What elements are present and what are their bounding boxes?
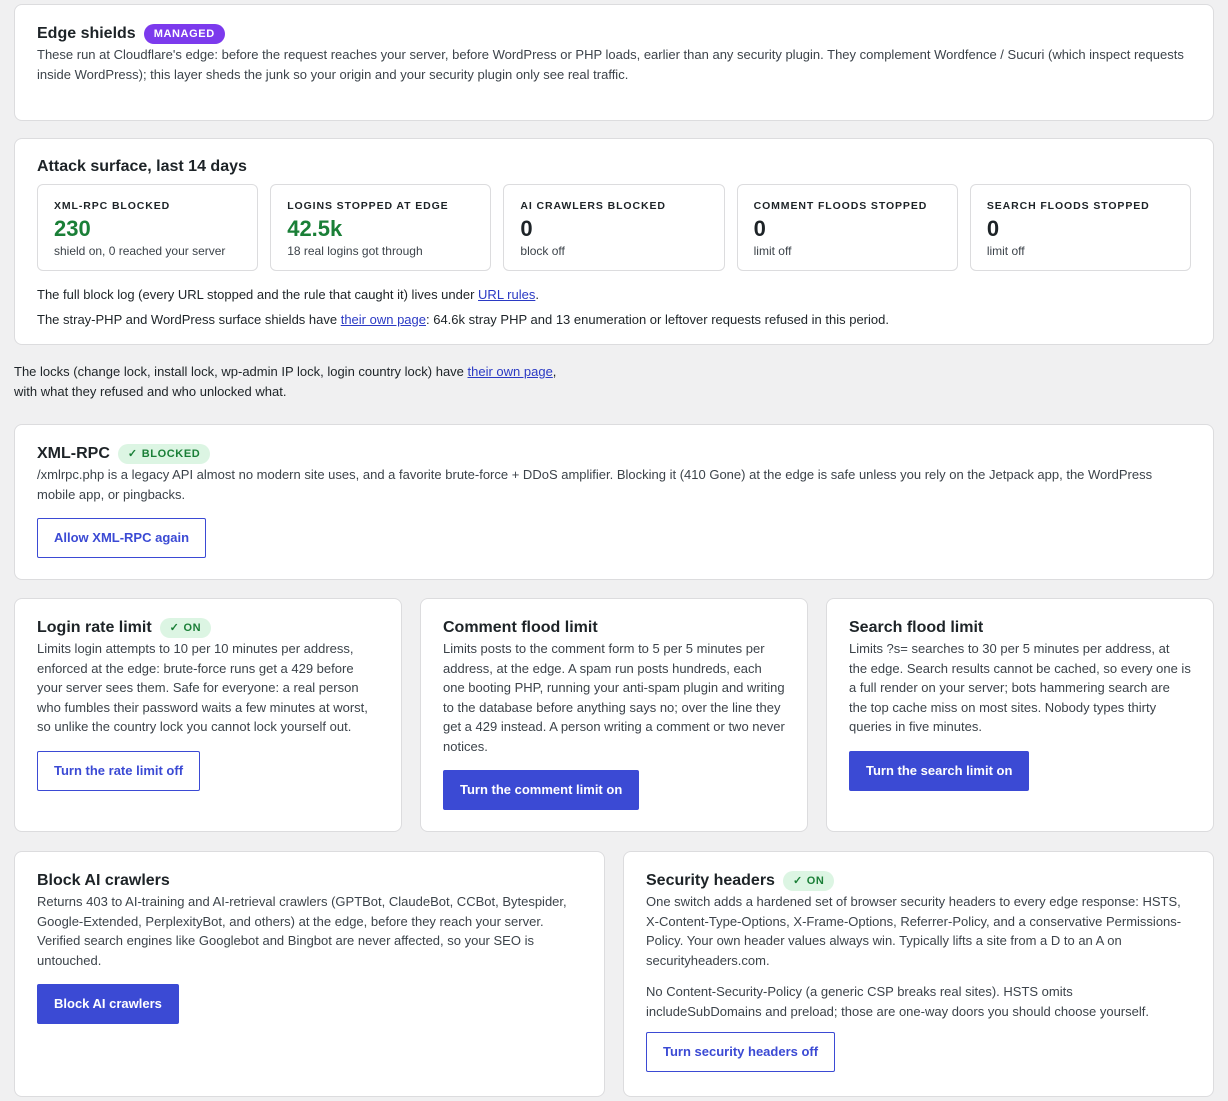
on-badge: ✓ ON <box>782 871 835 892</box>
stat-logins-stopped: LOGINS STOPPED AT EDGE 42.5k 18 real log… <box>270 184 492 272</box>
security-headers-description: One switch adds a hardened set of browse… <box>646 894 1182 968</box>
stat-sub: 18 real logins got through <box>287 244 423 259</box>
turn-rate-limit-off-button[interactable]: Turn the rate limit off <box>37 750 201 791</box>
security-headers-note: No Content-Security-Policy (a generic CS… <box>646 984 1149 1019</box>
stat-ai-crawlers-blocked: AI CRAWLERS BLOCKED 0 block off <box>503 184 725 272</box>
stat-value: 42.5k <box>287 216 343 242</box>
turn-security-headers-off-button[interactable]: Turn security headers off <box>646 1032 836 1073</box>
stat-label: LOGINS STOPPED AT EDGE <box>287 200 449 213</box>
stat-sub: limit off <box>986 244 1025 259</box>
locks-note-comma: , <box>552 364 557 379</box>
xmlrpc-title: XML-RPC <box>37 445 110 462</box>
on-badge-label: ON <box>183 622 202 635</box>
stat-comment-floods-stopped: COMMENT FLOODS STOPPED 0 limit off <box>736 184 958 272</box>
stat-sub: shield on, 0 reached your server <box>54 244 226 259</box>
surface-shields-note-end: : 64.6k stray PHP and 13 enumeration or … <box>426 311 889 327</box>
block-log-note-end: . <box>535 287 539 303</box>
stat-label: XML-RPC BLOCKED <box>54 200 171 213</box>
login-rate-limit-title: Login rate limit <box>37 619 152 636</box>
block-log-note-text: The full block log (every URL stopped an… <box>37 287 479 303</box>
blocked-badge-label: BLOCKED <box>141 448 201 461</box>
url-rules-link[interactable]: URL rules <box>478 287 535 302</box>
comment-flood-limit-card: Comment flood limit Limits posts to the … <box>420 598 808 832</box>
surface-shields-page-link[interactable]: their own page <box>341 312 426 327</box>
stat-label: AI CRAWLERS BLOCKED <box>520 200 666 213</box>
login-rate-limit-heading: Login rate limit ✓ ON <box>37 617 379 639</box>
edge-shields-card: Edge shields MANAGED These run at Cloudf… <box>14 4 1214 121</box>
locks-note: The locks (change lock, install lock, wp… <box>14 362 714 401</box>
block-ai-crawlers-card: Block AI crawlers Returns 403 to AI-trai… <box>14 851 605 1097</box>
login-button-wrap: Turn the rate limit off <box>37 750 379 791</box>
block-log-note: The full block log (every URL stopped an… <box>37 285 1191 305</box>
security-headers-title: Security headers <box>646 872 775 889</box>
stat-value: 0 <box>520 216 533 242</box>
managed-badge: MANAGED <box>143 24 225 45</box>
stat-value: 0 <box>986 216 1000 242</box>
search-flood-limit-description: Limits ?s= searches to 30 per 5 minutes … <box>849 641 1191 735</box>
surface-shields-note-text: The stray-PHP and WordPress surface shie… <box>37 311 341 327</box>
check-icon: ✓ <box>792 875 803 888</box>
block-ai-crawlers-description: Returns 403 to AI-training and AI-retrie… <box>37 894 567 968</box>
check-icon: ✓ <box>169 622 180 635</box>
stats-row: XML-RPC BLOCKED 230 shield on, 0 reached… <box>37 184 1192 272</box>
locks-note-line2: with what they refused and who unlocked … <box>14 383 287 399</box>
stat-sub: limit off <box>753 244 792 259</box>
comment-flood-limit-description: Limits posts to the comment form to 5 pe… <box>443 641 785 754</box>
search-flood-limit-title: Search flood limit <box>849 619 984 636</box>
security-headers-card: Security headers ✓ ON One switch adds a h… <box>623 851 1214 1097</box>
locks-page-link[interactable]: their own page <box>468 364 553 379</box>
stat-value: 230 <box>54 216 91 242</box>
security-headers-heading: Security headers ✓ ON <box>646 870 1191 892</box>
edge-shields-title: Edge shields <box>37 25 136 42</box>
login-rate-limit-description: Limits login attempts to 10 per 10 minut… <box>37 641 368 735</box>
xmlrpc-card: XML-RPC ✓ BLOCKED /xmlrpc.php is a legacy… <box>14 424 1214 580</box>
headers-button-wrap: Turn security headers off <box>646 1032 1191 1073</box>
edge-shields-heading: Edge shields MANAGED <box>37 23 1191 45</box>
turn-comment-limit-on-button[interactable]: Turn the comment limit on <box>443 770 640 811</box>
stat-label: SEARCH FLOODS STOPPED <box>986 200 1150 213</box>
check-icon: ✓ <box>127 448 138 461</box>
comment-button-wrap: Turn the comment limit on <box>443 770 785 811</box>
search-flood-limit-card: Search flood limit Limits ?s= searches t… <box>826 598 1214 832</box>
xmlrpc-heading: XML-RPC ✓ BLOCKED <box>37 443 1191 465</box>
on-badge: ✓ ON <box>159 618 212 639</box>
stat-label: COMMENT FLOODS STOPPED <box>753 200 928 213</box>
on-badge-label: ON <box>806 875 825 888</box>
attack-surface-title: Attack surface, last 14 days <box>37 158 247 175</box>
attack-surface-card: Attack surface, last 14 days XML-RPC BLO… <box>14 138 1214 345</box>
locks-note-text: The locks (change lock, install lock, wp… <box>14 364 468 379</box>
allow-xmlrpc-button[interactable]: Allow XML-RPC again <box>37 518 207 559</box>
search-button-wrap: Turn the search limit on <box>849 750 1191 791</box>
turn-search-limit-on-button[interactable]: Turn the search limit on <box>849 750 1030 791</box>
xmlrpc-button-wrap: Allow XML-RPC again <box>37 518 1191 559</box>
stat-xmlrpc-blocked: XML-RPC BLOCKED 230 shield on, 0 reached… <box>37 184 259 272</box>
block-ai-crawlers-button[interactable]: Block AI crawlers <box>37 984 179 1025</box>
xmlrpc-description: /xmlrpc.php is a legacy API almost no mo… <box>37 467 1153 502</box>
stat-sub: block off <box>520 244 565 259</box>
comment-flood-limit-title: Comment flood limit <box>443 619 598 636</box>
stat-value: 0 <box>753 216 766 242</box>
blocked-badge: ✓ BLOCKED <box>117 444 211 465</box>
login-rate-limit-card: Login rate limit ✓ ON Limits login attemp… <box>14 598 402 832</box>
edge-shields-description: These run at Cloudflare's edge: before t… <box>37 47 1184 82</box>
stat-search-floods-stopped: SEARCH FLOODS STOPPED 0 limit off <box>969 184 1192 272</box>
surface-shields-note: The stray-PHP and WordPress surface shie… <box>37 310 1191 330</box>
block-ai-crawlers-title: Block AI crawlers <box>37 872 170 889</box>
ai-button-wrap: Block AI crawlers <box>37 984 582 1025</box>
